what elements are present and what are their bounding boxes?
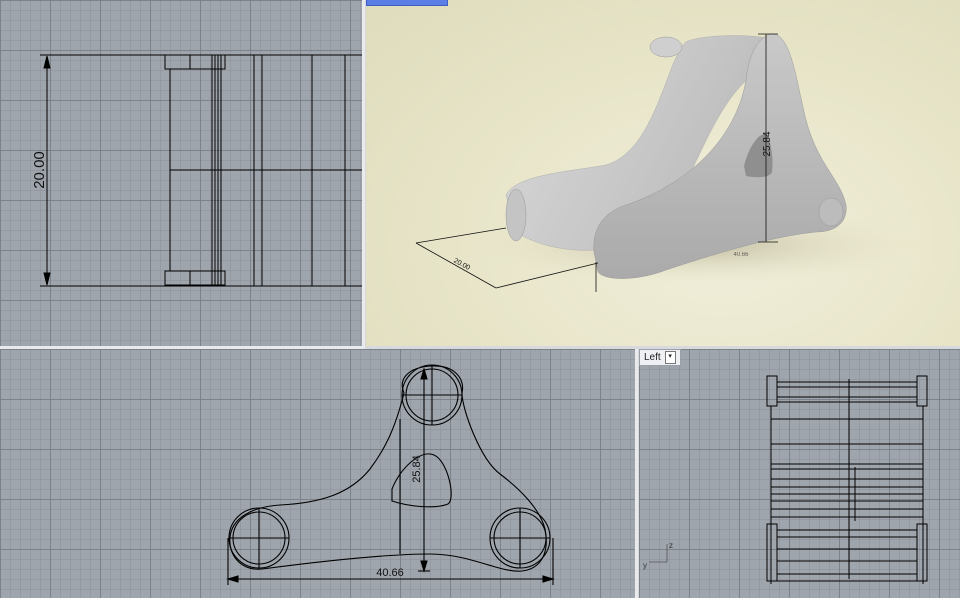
front-view-drawing: 25.84 40.66: [226, 364, 555, 585]
perspective-depth-label: 20.00: [452, 257, 471, 271]
top-viewport[interactable]: 20.00: [0, 0, 365, 349]
axis-z-label: z: [669, 541, 673, 550]
axis-indicator-icon: [649, 544, 668, 563]
top-dimension-label-layer: 20.00: [31, 151, 48, 189]
front-viewport[interactable]: 25.84 40.66: [0, 349, 638, 598]
top-dimension-label: 20.00: [31, 151, 48, 189]
left-viewport[interactable]: Left ▾ z y: [639, 349, 960, 598]
axis-y-label: y: [643, 561, 647, 570]
front-width-label: 40.66: [376, 567, 404, 579]
perspective-viewport[interactable]: 25.84 20.00 40.66: [366, 0, 960, 346]
front-height-label: 25.84: [411, 455, 423, 483]
left-view-drawing: z y: [643, 375, 928, 584]
perspective-height-label: 25.84: [762, 131, 773, 156]
chair-render: 25.84 20.00 40.66: [415, 33, 926, 292]
perspective-width-label: 40.66: [733, 252, 749, 258]
